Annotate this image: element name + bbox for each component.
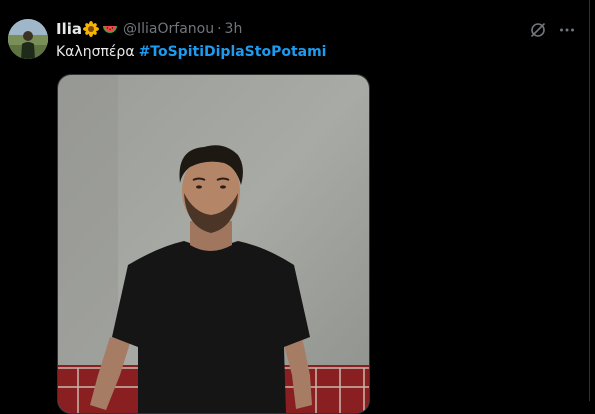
user-handle[interactable]: @IliaOrfanou [123, 21, 214, 37]
tweet-media-photo[interactable] [57, 74, 370, 414]
more-icon[interactable] [557, 20, 577, 40]
tweet-header: Ilia @IliaOrfanou · 3h [56, 19, 242, 39]
grok-icon[interactable] [528, 20, 548, 40]
photo-illustration [58, 75, 369, 413]
tweet-text-body: Καλησπέρα [56, 44, 135, 60]
sunflower-emoji [83, 21, 99, 37]
meta-separator: · [217, 21, 222, 37]
avatar-image [8, 19, 48, 59]
tweet-timestamp[interactable]: 3h [225, 21, 243, 37]
watermelon-emoji [102, 21, 118, 37]
timeline-divider [589, 0, 590, 401]
avatar[interactable] [8, 19, 48, 59]
display-name[interactable]: Ilia [56, 20, 82, 38]
tweet-text: Καλησπέρα #ToSpitiDiplaStoPotami [56, 41, 326, 63]
hashtag-link[interactable]: #ToSpitiDiplaStoPotami [139, 44, 327, 60]
tweet-container[interactable]: Ilia @IliaOrfanou · 3h Καλησπέρα #ToSpit… [0, 0, 595, 414]
